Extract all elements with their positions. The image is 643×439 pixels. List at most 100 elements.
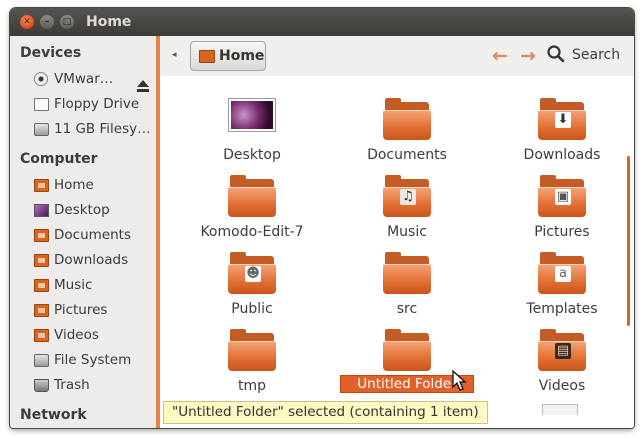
sidebar-item-videos[interactable]: Videos <box>34 325 152 347</box>
film-strip-icon: ▤ <box>555 343 571 359</box>
folder-icon <box>383 327 431 373</box>
file-item-name: tmp <box>237 378 266 394</box>
file-item-documents[interactable]: Documents <box>347 96 467 170</box>
template-document-icon: a <box>555 266 571 282</box>
maximize-button[interactable]: □ <box>60 15 74 29</box>
sidebar-item-pictures[interactable]: Pictures <box>34 300 152 322</box>
close-button[interactable]: ✕ <box>20 15 34 29</box>
sidebar-item-home[interactable]: Home <box>34 175 152 197</box>
sidebar-item-label: Trash <box>54 377 90 393</box>
sidebar-item-label: File System <box>54 352 132 368</box>
sidebar-item-label: Home <box>54 177 94 193</box>
sidebar-item-label: Music <box>54 277 93 293</box>
sidebar-item-downloads[interactable]: Downloads <box>34 250 152 272</box>
trash-icon <box>34 379 49 392</box>
videos-folder-icon: ▤ <box>538 327 586 373</box>
file-item-name: Pictures <box>534 224 590 240</box>
documents-folder-icon <box>34 229 49 242</box>
title-bar[interactable]: ✕ – □ Home <box>10 8 634 36</box>
videos-folder-icon <box>34 329 49 342</box>
drive-icon <box>34 123 49 136</box>
code-file-icon <box>542 404 578 415</box>
sidebar-item-label: Videos <box>54 327 99 343</box>
sidebar-item-vmware[interactable]: VMwar… <box>34 69 152 91</box>
sidebar-item-label: Pictures <box>54 302 108 318</box>
vertical-scrollbar[interactable] <box>627 156 630 326</box>
file-item-public[interactable]: ☻ Public <box>192 250 312 324</box>
picture-frame-icon: ▣ <box>555 189 571 205</box>
file-item-downloads[interactable]: ⬇ Downloads <box>502 96 622 170</box>
sidebar-item-label: 11 GB Filesy… <box>54 121 151 137</box>
sidebar-item-floppy[interactable]: Floppy Drive <box>34 94 152 116</box>
sidebar-item-label: Desktop <box>54 202 110 218</box>
file-item-pictures[interactable]: ▣ Pictures <box>502 173 622 247</box>
sidebar-item-label: Documents <box>54 227 131 243</box>
folder-icon <box>383 96 431 142</box>
desktop-icon <box>228 96 276 142</box>
public-folder-icon: ☻ <box>228 250 276 296</box>
sidebar-item-label: VMwar… <box>54 71 114 87</box>
home-folder-icon <box>199 50 215 63</box>
filesystem-icon <box>34 354 49 367</box>
sidebar-item-music[interactable]: Music <box>34 275 152 297</box>
file-grid[interactable]: Desktop Documents ⬇ Downloads Komodo-Edi… <box>160 76 634 428</box>
file-item-name: Documents <box>367 147 447 163</box>
pictures-folder-icon <box>34 304 49 317</box>
path-scroll-left-icon[interactable]: ◂ <box>172 50 177 60</box>
minimize-button[interactable]: – <box>40 15 54 29</box>
sidebar-item-trash[interactable]: Trash <box>34 375 152 397</box>
home-folder-icon <box>34 179 49 192</box>
downloads-folder-icon: ⬇ <box>538 96 586 142</box>
desktop-icon <box>34 204 49 217</box>
music-note-icon: ♫ <box>400 189 416 205</box>
back-arrow-icon[interactable]: ← <box>492 45 508 67</box>
sidebar-item-file-system[interactable]: File System <box>34 350 152 372</box>
status-bar: "Untitled Folder" selected (containing 1… <box>163 401 488 424</box>
window-title: Home <box>86 14 132 30</box>
file-item-name: src <box>396 301 418 317</box>
sidebar-item-desktop[interactable]: Desktop <box>34 200 152 222</box>
sidebar-item-label: Floppy Drive <box>54 96 140 112</box>
music-folder-icon <box>34 279 49 292</box>
person-icon: ☻ <box>245 266 261 282</box>
file-item-name: Komodo-Edit-7 <box>200 224 304 240</box>
search-icon[interactable] <box>546 44 566 64</box>
path-button-home[interactable]: Home <box>190 41 266 71</box>
floppy-icon <box>34 98 49 111</box>
file-item-name: Templates <box>526 301 598 317</box>
file-item-music[interactable]: ♫ Music <box>347 173 467 247</box>
file-item-komodo[interactable]: Komodo-Edit-7 <box>192 173 312 247</box>
file-item-templates[interactable]: a Templates <box>502 250 622 324</box>
folder-icon <box>228 327 276 373</box>
sidebar-item-documents[interactable]: Documents <box>34 225 152 247</box>
file-item-name: Public <box>231 301 273 317</box>
mouse-cursor-icon <box>452 370 467 391</box>
sidebar-item-filesystem-drive[interactable]: 11 GB Filesy… <box>34 119 152 141</box>
toolbar: ◂ Home ← → Search <box>160 36 634 76</box>
folder-icon <box>228 173 276 219</box>
path-label: Home <box>219 48 265 64</box>
sidebar-header-computer: Computer <box>20 151 98 167</box>
sidebar-header-devices: Devices <box>20 45 82 61</box>
eject-icon[interactable] <box>136 79 150 93</box>
file-item-videos[interactable]: ▤ Videos <box>502 327 622 401</box>
file-item-name: Downloads <box>523 147 601 163</box>
file-item-name: Desktop <box>223 147 281 163</box>
downloads-folder-icon <box>34 254 49 267</box>
download-arrow-icon: ⬇ <box>555 112 571 128</box>
file-item-name: Music <box>387 224 427 240</box>
search-button-label[interactable]: Search <box>572 47 620 63</box>
file-manager-window: ✕ – □ Home Devices VMwar… Floppy Drive 1… <box>10 8 634 428</box>
forward-arrow-icon[interactable]: → <box>520 45 536 67</box>
templates-folder-icon: a <box>538 250 586 296</box>
disc-icon <box>34 72 48 86</box>
file-item-tmp[interactable]: tmp <box>192 327 312 401</box>
sidebar-header-network: Network <box>20 407 87 423</box>
folder-icon <box>383 250 431 296</box>
file-item-desktop[interactable]: Desktop <box>192 96 312 170</box>
file-item-name: Videos <box>538 378 586 394</box>
sidebar-item-label: Downloads <box>54 252 129 268</box>
pictures-folder-icon: ▣ <box>538 173 586 219</box>
file-item-src[interactable]: src <box>347 250 467 324</box>
music-folder-icon: ♫ <box>383 173 431 219</box>
